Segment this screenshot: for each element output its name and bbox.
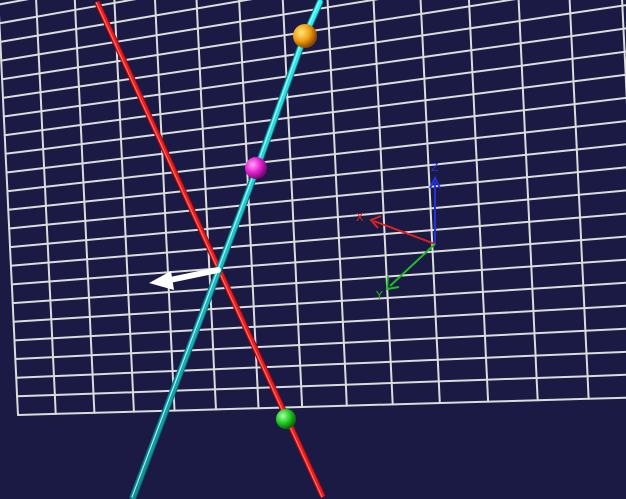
z-axis-label: Z [431, 161, 439, 174]
point-magenta[interactable] [245, 157, 267, 179]
3d-scene[interactable]: Z X Y [0, 0, 626, 499]
point-green[interactable] [276, 409, 296, 429]
3d-viewport[interactable]: Z X Y [0, 0, 626, 499]
y-axis-label: Y [375, 289, 383, 302]
background [0, 0, 626, 499]
x-axis-label: X [356, 211, 364, 224]
point-orange[interactable] [293, 24, 317, 48]
